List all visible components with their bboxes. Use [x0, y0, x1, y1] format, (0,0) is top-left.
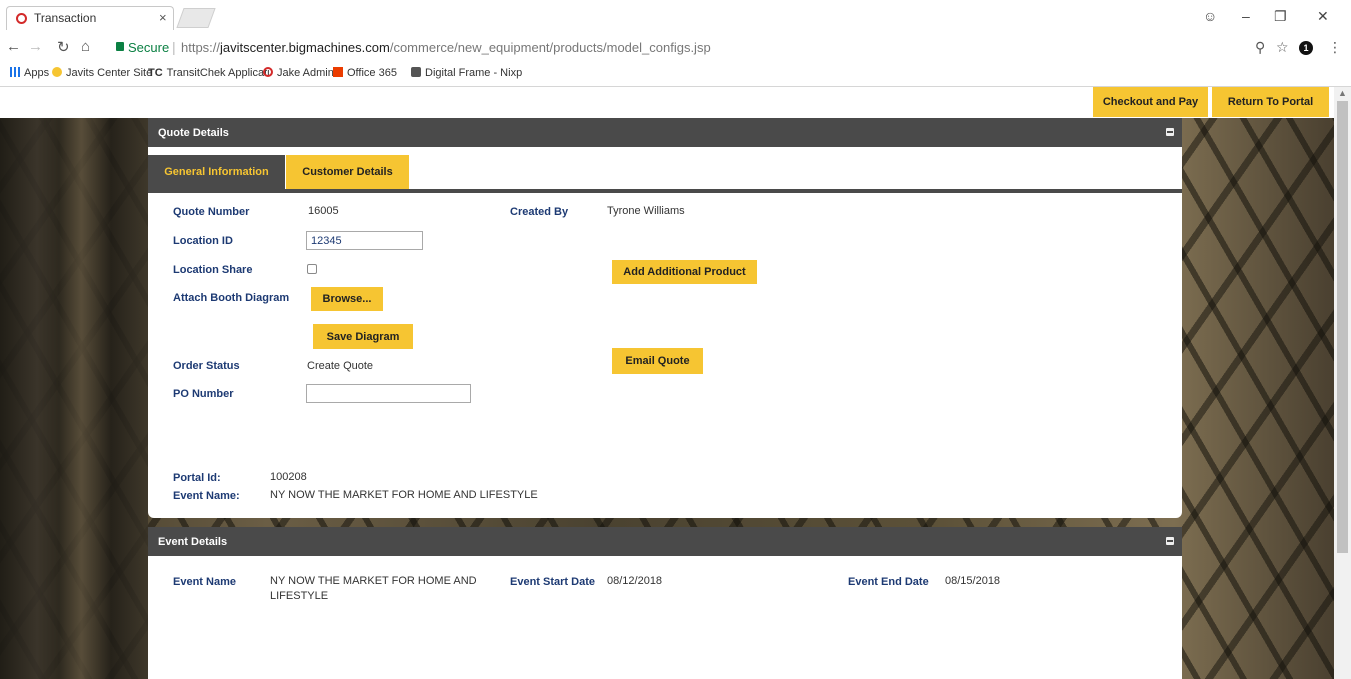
quote-details-panel: Quote Details General Information Custom…: [148, 118, 1182, 518]
background-left-strip: [0, 118, 148, 679]
tab-general-information[interactable]: General Information: [148, 155, 285, 189]
portal-id-label: Portal Id:: [173, 472, 221, 484]
location-id-label: Location ID: [173, 235, 233, 247]
location-share-label: Location Share: [173, 264, 253, 276]
event-name-short-value: NY NOW THE MARKET FOR HOME AND LIFESTYLE: [270, 489, 538, 501]
scrollbar-thumb[interactable]: [1337, 101, 1348, 553]
bookmark-office365[interactable]: Office 365: [333, 67, 397, 79]
bookmark-star-icon[interactable]: ☆: [1276, 39, 1289, 56]
add-additional-product-button[interactable]: Add Additional Product: [612, 260, 757, 284]
po-number-input[interactable]: [306, 384, 471, 403]
address-bar[interactable]: https://javitscenter.bigmachines.com/com…: [181, 40, 711, 55]
quote-number-label: Quote Number: [173, 206, 250, 218]
quote-number-value: 16005: [308, 205, 339, 217]
home-icon[interactable]: ⌂: [81, 38, 90, 55]
minimize-window-icon[interactable]: –: [1242, 8, 1250, 24]
menu-dots-icon[interactable]: ⋮: [1328, 39, 1342, 56]
quote-details-header: Quote Details: [148, 118, 1182, 147]
lock-icon: [116, 42, 124, 51]
event-start-date-value: 08/12/2018: [607, 575, 663, 587]
extension-icon[interactable]: 1: [1299, 41, 1313, 55]
reload-icon[interactable]: ↻: [57, 38, 70, 56]
secure-label: Secure: [128, 40, 170, 55]
event-details-header: Event Details: [148, 527, 1182, 556]
event-end-date-label: Event End Date: [848, 576, 929, 588]
created-by-label: Created By: [510, 206, 569, 218]
event-name-short-label: Event Name:: [173, 490, 240, 502]
save-diagram-button[interactable]: Save Diagram: [313, 324, 413, 349]
created-by-value: Tyrone Williams: [607, 205, 685, 217]
browser-tab-title: Transaction: [34, 11, 97, 25]
po-number-label: PO Number: [173, 388, 234, 400]
url-host: javitscenter.bigmachines.com: [220, 40, 390, 55]
event-name-value-line1: NY NOW THE MARKET FOR HOME AND: [270, 575, 477, 587]
order-status-value: Create Quote: [307, 360, 374, 372]
new-tab-button[interactable]: [176, 8, 216, 28]
event-name-value-line2: LIFESTYLE: [270, 590, 329, 602]
tc-icon: TC: [148, 67, 163, 79]
oracle-icon: [263, 67, 273, 77]
bookmark-transitchek[interactable]: TC TransitChek Applicati: [148, 67, 270, 79]
restore-window-icon[interactable]: ❐: [1274, 8, 1287, 25]
oracle-favicon-icon: [16, 13, 27, 24]
email-quote-button[interactable]: Email Quote: [612, 348, 703, 374]
zoom-icon[interactable]: ⚲: [1255, 39, 1265, 56]
nixplay-icon: [411, 67, 421, 77]
event-end-date-value: 08/15/2018: [945, 575, 1001, 587]
collapse-icon[interactable]: [1166, 128, 1174, 136]
checkout-and-pay-button[interactable]: Checkout and Pay: [1093, 87, 1208, 117]
office-icon: [333, 67, 343, 77]
collapse-icon[interactable]: [1166, 537, 1174, 545]
page-viewport: Checkout and Pay Return To Portal Quote …: [0, 87, 1334, 679]
browser-tab-transaction[interactable]: Transaction ×: [6, 6, 174, 30]
forward-arrow-icon[interactable]: →: [28, 38, 43, 55]
tabs-underline: [148, 189, 1182, 193]
close-window-icon[interactable]: ✕: [1317, 8, 1329, 25]
quote-tabs: General Information Customer Details: [148, 147, 1182, 193]
event-details-panel: Event Details Event Name NY NOW THE MARK…: [148, 527, 1182, 679]
bookmark-javits[interactable]: Javits Center Site: [52, 67, 152, 79]
browser-tabstrip: Transaction × ☺ – ❐ ✕: [0, 0, 1351, 34]
bookmark-digital-frame[interactable]: Digital Frame - Nixp: [411, 67, 522, 79]
scroll-up-arrow-icon[interactable]: ▲: [1338, 88, 1347, 98]
bookmark-apps[interactable]: Apps: [10, 67, 49, 79]
url-separator: |: [172, 39, 176, 55]
back-arrow-icon[interactable]: ←: [6, 38, 21, 55]
portal-id-value: 100208: [270, 471, 307, 483]
location-share-checkbox[interactable]: [307, 264, 317, 274]
browse-button[interactable]: Browse...: [311, 287, 383, 311]
location-id-input[interactable]: [306, 231, 423, 250]
event-name-label: Event Name: [173, 576, 236, 588]
quote-details-title: Quote Details: [158, 127, 229, 139]
return-to-portal-button[interactable]: Return To Portal: [1212, 87, 1329, 117]
profile-icon[interactable]: ☺: [1203, 8, 1217, 24]
tab-customer-details[interactable]: Customer Details: [286, 155, 409, 189]
bookmarks-bar: Apps Javits Center Site TC TransitChek Ap…: [0, 64, 1351, 84]
browser-toolbar: ← → ↻ ⌂ Secure | https://javitscenter.bi…: [0, 34, 1351, 60]
url-scheme: https://: [181, 40, 221, 55]
event-start-date-label: Event Start Date: [510, 576, 595, 588]
url-path: /commerce/new_equipment/products/model_c…: [389, 40, 711, 55]
page-scrollbar[interactable]: ▲: [1334, 87, 1351, 679]
javits-icon: [52, 67, 62, 77]
attach-booth-diagram-label: Attach Booth Diagram: [173, 292, 290, 304]
close-tab-icon[interactable]: ×: [159, 10, 167, 25]
order-status-label: Order Status: [173, 360, 240, 372]
event-details-title: Event Details: [158, 536, 228, 548]
bookmark-jake-admin[interactable]: Jake Admin: [263, 67, 334, 79]
apps-grid-icon: [10, 67, 20, 77]
